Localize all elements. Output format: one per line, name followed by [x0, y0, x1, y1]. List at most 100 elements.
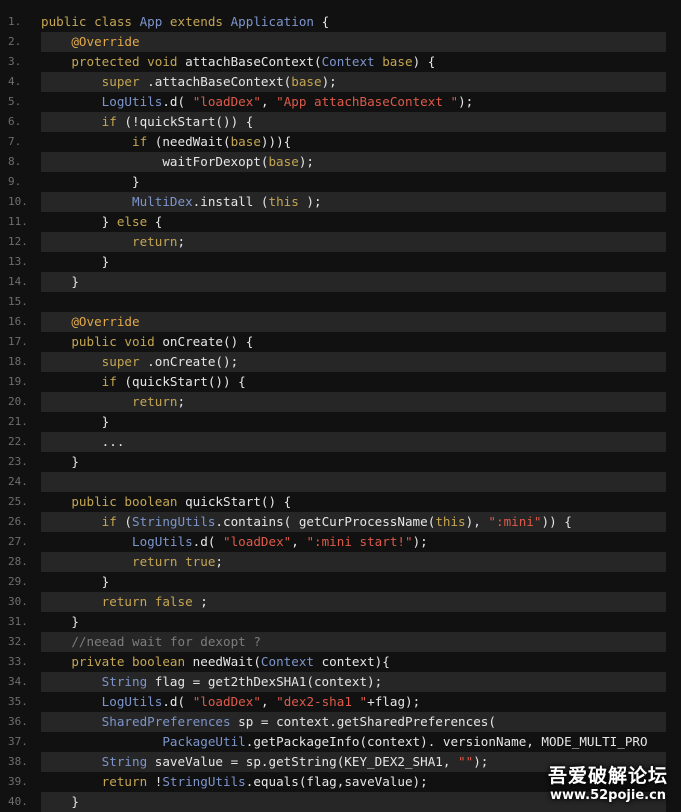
code-text: LogUtils.d( "loadDex", "App attachBaseCo…	[41, 92, 681, 112]
line-number: 35.	[8, 695, 28, 708]
code-text: super .onCreate();	[41, 352, 666, 372]
code-line: 30. return false ;	[0, 592, 681, 612]
code-text: return;	[41, 232, 666, 252]
line-number: 23.	[8, 455, 28, 468]
code-token: );	[412, 534, 428, 549]
line-number: 36.	[8, 715, 28, 728]
line-number: 39.	[8, 775, 28, 788]
code-token: ;	[177, 234, 186, 249]
code-text: }	[41, 412, 681, 432]
code-token: String	[101, 674, 148, 689]
code-token: ,	[260, 94, 277, 109]
code-line: 10. MultiDex.install (this );	[0, 192, 681, 212]
code-text: }	[41, 452, 681, 472]
code-text: public boolean quickStart() {	[41, 492, 681, 512]
code-token: ),	[465, 514, 489, 529]
code-line: 32. //neead wait for dexopt ?	[0, 632, 681, 652]
code-token: PackageUtil	[162, 734, 246, 749]
code-token: ""	[458, 754, 474, 769]
code-line: 3. protected void attachBaseContext(Cont…	[0, 52, 681, 72]
code-text: }	[41, 572, 681, 592]
code-text: } else {	[41, 212, 681, 232]
code-text: protected void attachBaseContext(Context…	[41, 52, 681, 72]
code-line: 2. @Override	[0, 32, 681, 52]
line-number: 38.	[8, 755, 28, 768]
code-token: .onCreate();	[139, 354, 239, 369]
line-number: 27.	[8, 535, 28, 548]
code-token: super	[101, 354, 140, 369]
watermark-logo: 吾爱破解论坛 www.52pojie.cn	[543, 764, 673, 804]
code-line: 13. }	[0, 252, 681, 272]
code-text: if (!quickStart()) {	[41, 112, 666, 132]
code-token: if	[101, 374, 117, 389]
line-number: 18.	[8, 355, 28, 368]
code-text: }	[41, 272, 666, 292]
code-token: SharedPreferences	[101, 714, 231, 729]
line-number: 13.	[8, 255, 28, 268]
code-token: "dex2-sha1 "	[276, 694, 368, 709]
code-text: LogUtils.d( "loadDex", "dex2-sha1 "+flag…	[41, 692, 681, 712]
code-token: }	[41, 254, 110, 269]
code-text: public void onCreate() {	[41, 332, 681, 352]
line-number: 25.	[8, 495, 28, 508]
code-token: ;	[192, 594, 208, 609]
code-text: //neead wait for dexopt ?	[41, 632, 666, 652]
code-line: 8. waitForDexopt(base);	[0, 152, 681, 172]
line-number: 40.	[8, 795, 28, 808]
line-number: 14.	[8, 275, 28, 288]
code-token: this	[435, 514, 466, 529]
code-token: this	[268, 194, 299, 209]
code-text: }	[41, 172, 681, 192]
code-token: //neead wait for dexopt ?	[71, 634, 261, 649]
line-number: 33.	[8, 655, 28, 668]
code-token: +flag);	[367, 694, 421, 709]
code-line: 31. }	[0, 612, 681, 632]
code-token: .install (	[192, 194, 269, 209]
code-line: 23. }	[0, 452, 681, 472]
code-text: }	[41, 252, 681, 272]
code-token: ;	[215, 554, 223, 569]
code-token: return	[132, 394, 178, 409]
code-token: waitForDexopt(	[41, 154, 269, 169]
code-token: .contains( getCurProcessName(	[215, 514, 436, 529]
code-text: @Override	[41, 312, 666, 332]
code-token: ,	[260, 694, 277, 709]
code-token: ":mini start!"	[306, 534, 413, 549]
code-line: 28. return true;	[0, 552, 681, 572]
code-token: MultiDex	[132, 194, 193, 209]
line-number: 32.	[8, 635, 28, 648]
code-token: else	[116, 214, 148, 229]
line-number: 34.	[8, 675, 28, 688]
code-token: (!quickStart()) {	[116, 114, 254, 129]
code-token: }	[41, 214, 117, 229]
code-token: LogUtils	[101, 694, 163, 709]
code-line: 25. public boolean quickStart() {	[0, 492, 681, 512]
code-text: public class App extends Application {	[41, 12, 681, 32]
code-token: if	[101, 514, 117, 529]
line-number: 19.	[8, 375, 28, 388]
code-text: if (needWait(base))){	[41, 132, 681, 152]
code-token: base	[230, 134, 261, 149]
code-token: (quickStart()) {	[116, 374, 246, 389]
code-token: {	[313, 14, 330, 29]
code-token: super	[101, 74, 140, 89]
code-token: );	[298, 194, 322, 209]
code-line: 16. @Override	[0, 312, 681, 332]
line-number: 37.	[8, 735, 28, 748]
code-line: 6. if (!quickStart()) {	[0, 112, 681, 132]
line-number: 30.	[8, 595, 28, 608]
code-token: onCreate() {	[162, 334, 254, 349]
code-line: 18. super .onCreate();	[0, 352, 681, 372]
